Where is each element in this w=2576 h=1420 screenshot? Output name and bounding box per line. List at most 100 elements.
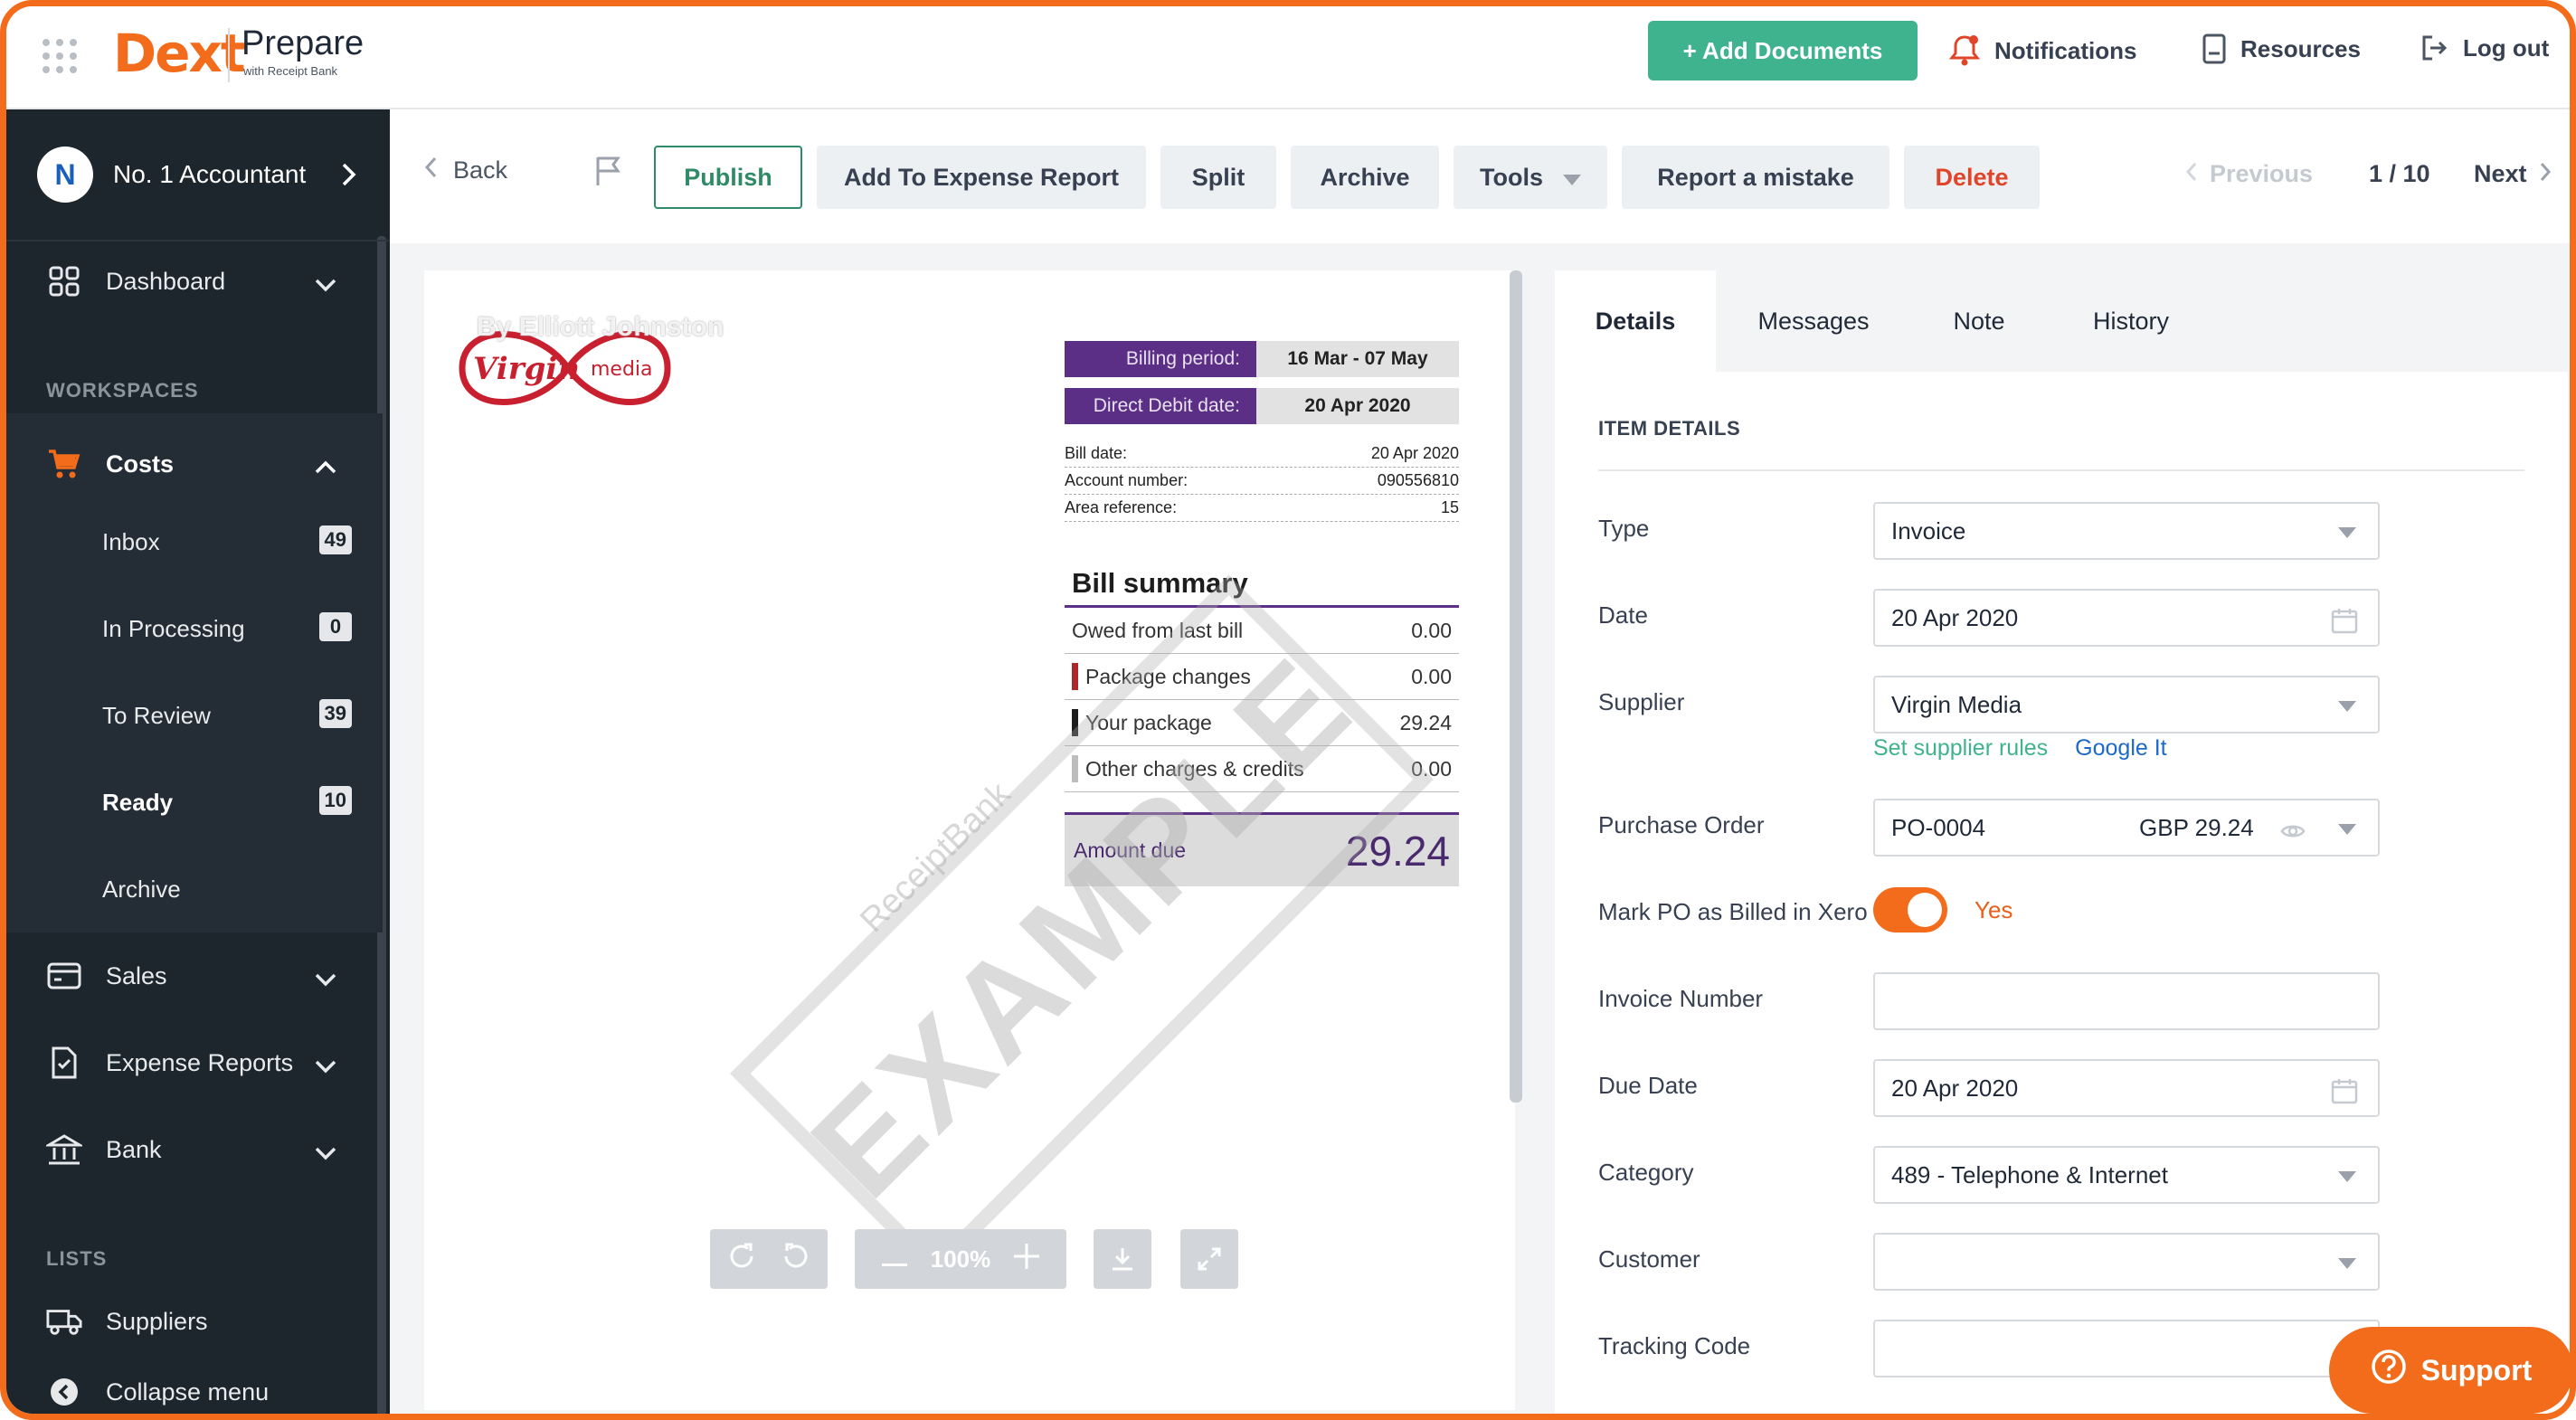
tracking-code-input[interactable] <box>1873 1320 2380 1377</box>
tab-details[interactable]: Details <box>1555 270 1716 372</box>
summary-value: 29.24 <box>1399 710 1452 734</box>
back-label: Back <box>453 156 508 184</box>
supplier-links: Set supplier rules Google It <box>1873 735 2167 762</box>
tracking-code-label: Tracking Code <box>1598 1332 1751 1359</box>
due-date-label: Due Date <box>1598 1072 1698 1099</box>
support-label: Support <box>2420 1353 2533 1387</box>
sidebar-item-expense-reports[interactable]: Expense Reports <box>6 1021 383 1104</box>
sidebar-item-inbox[interactable]: Inbox 49 <box>6 498 383 585</box>
download-icon[interactable] <box>1094 1229 1151 1289</box>
notifications-label: Notifications <box>1994 36 2137 64</box>
logout-label: Log out <box>2463 33 2550 62</box>
toggle-knob <box>1908 893 1942 927</box>
sidebar-item-label: Ready <box>102 788 174 816</box>
eye-icon[interactable] <box>2280 819 2306 847</box>
sidebar-item-bank[interactable]: Bank <box>6 1108 383 1191</box>
resources-link[interactable]: Resources <box>2202 33 2361 64</box>
document-icon <box>2202 33 2226 64</box>
uploader-stamp: By Elliott Johnston <box>477 312 724 342</box>
delete-button[interactable]: Delete <box>1904 146 2040 209</box>
info-row: Bill date: 20 Apr 2020 <box>1065 440 1459 468</box>
sidebar-item-label: Archive <box>102 875 181 903</box>
customer-select[interactable] <box>1873 1233 2380 1291</box>
publish-button[interactable]: Publish <box>654 146 802 209</box>
info-label: Area reference: <box>1065 498 1178 516</box>
collapse-menu-button[interactable]: Collapse menu <box>6 1350 383 1414</box>
dropdown-arrow-icon <box>2338 1171 2356 1182</box>
report-mistake-button[interactable]: Report a mistake <box>1622 146 1889 209</box>
direct-debit-label: Direct Debit date: <box>1065 388 1256 424</box>
svg-text:Virgin: Virgin <box>473 351 580 387</box>
category-label: Category <box>1598 1159 1694 1186</box>
account-switcher[interactable]: N No. 1 Accountant <box>37 142 372 207</box>
chevron-right-icon <box>341 162 357 192</box>
google-it-link[interactable]: Google It <box>2075 735 2166 762</box>
help-icon <box>2371 1349 2407 1392</box>
invoice-number-input[interactable] <box>1873 972 2380 1030</box>
calendar-icon[interactable] <box>2331 607 2358 640</box>
previous-button[interactable]: Previous <box>2185 160 2313 188</box>
tools-dropdown[interactable]: Tools <box>1454 146 1607 209</box>
mark-po-label: Mark PO as Billed in Xero <box>1598 898 1868 925</box>
dropdown-arrow-icon <box>2338 701 2356 712</box>
bank-icon <box>46 1131 82 1168</box>
count-badge: 0 <box>319 612 352 641</box>
next-button[interactable]: Next <box>2474 160 2551 188</box>
dashboard-icon <box>46 263 82 299</box>
app-grid-icon[interactable] <box>43 39 77 73</box>
package-changes-marker <box>1072 663 1078 690</box>
mark-po-toggle[interactable] <box>1873 887 1947 932</box>
zoom-in-icon[interactable] <box>1014 1243 1040 1275</box>
panel-scrollbar[interactable] <box>2570 368 2576 1146</box>
type-value: Invoice <box>1891 516 1966 544</box>
split-button[interactable]: Split <box>1160 146 1276 209</box>
logout-link[interactable]: Log out <box>2420 33 2549 62</box>
notifications-link[interactable]: Notifications <box>1949 33 2136 68</box>
sidebar-item-in-processing[interactable]: In Processing 0 <box>6 585 383 672</box>
due-date-input[interactable]: 20 Apr 2020 <box>1873 1059 2380 1117</box>
fullscreen-icon[interactable] <box>1180 1229 1238 1289</box>
tab-note[interactable]: Note <box>1911 270 2047 372</box>
sidebar-item-dashboard[interactable]: Dashboard <box>6 240 383 323</box>
archive-button[interactable]: Archive <box>1291 146 1439 209</box>
sidebar-item-costs[interactable]: Costs <box>6 422 383 506</box>
set-supplier-rules-link[interactable]: Set supplier rules <box>1873 735 2048 762</box>
tab-messages[interactable]: Messages <box>1716 270 1911 372</box>
calendar-icon[interactable] <box>2331 1077 2358 1111</box>
zoom-out-icon[interactable] <box>881 1245 907 1273</box>
rotate-left-icon[interactable] <box>781 1241 811 1278</box>
sidebar-item-label: To Review <box>102 701 211 729</box>
purchase-order-label: Purchase Order <box>1598 811 1765 838</box>
document-toolbar: Back Publish Add To Expense Report Split… <box>390 109 2570 243</box>
sidebar-item-archive[interactable]: Archive <box>6 846 383 932</box>
add-documents-button[interactable]: + Add Documents <box>1648 21 1918 80</box>
sidebar-item-ready[interactable]: Ready 10 <box>6 759 383 846</box>
category-select[interactable]: 489 - Telephone & Internet <box>1873 1146 2380 1204</box>
chevron-right-icon <box>2540 160 2551 188</box>
due-date-value: 20 Apr 2020 <box>1891 1074 2019 1102</box>
sidebar-item-to-review[interactable]: To Review 39 <box>6 672 383 759</box>
product-name: Prepare <box>242 24 365 62</box>
add-to-expense-report-button[interactable]: Add To Expense Report <box>817 146 1146 209</box>
info-label: Bill date: <box>1065 444 1128 462</box>
supplier-select[interactable]: Virgin Media <box>1873 676 2380 734</box>
purchase-order-select[interactable]: PO-0004 GBP 29.24 <box>1873 799 2380 857</box>
app-frame: Dext Prepare with Receipt Bank + Add Doc… <box>0 0 2576 1420</box>
info-label: Account number: <box>1065 471 1189 489</box>
sidebar-item-sales[interactable]: Sales <box>6 934 383 1018</box>
bill-summary-title: Bill summary <box>1065 567 1459 608</box>
sidebar-item-label: In Processing <box>102 614 245 642</box>
date-input[interactable]: 20 Apr 2020 <box>1873 589 2380 647</box>
flag-icon[interactable] <box>594 155 623 192</box>
sidebar-item-label: Dashboard <box>106 267 226 295</box>
direct-debit-row: Direct Debit date: 20 Apr 2020 <box>1065 388 1459 424</box>
sidebar-item-label: Expense Reports <box>106 1048 294 1076</box>
support-button[interactable]: Support <box>2329 1327 2570 1414</box>
type-select[interactable]: Invoice <box>1873 502 2380 560</box>
tab-history[interactable]: History <box>2047 270 2215 372</box>
dext-logo[interactable]: Dext <box>113 23 246 84</box>
back-button[interactable]: Back <box>424 156 507 185</box>
rotate-right-icon[interactable] <box>726 1241 757 1278</box>
svg-text:media: media <box>591 358 653 381</box>
viewer-scrollbar[interactable] <box>1510 270 1522 1103</box>
